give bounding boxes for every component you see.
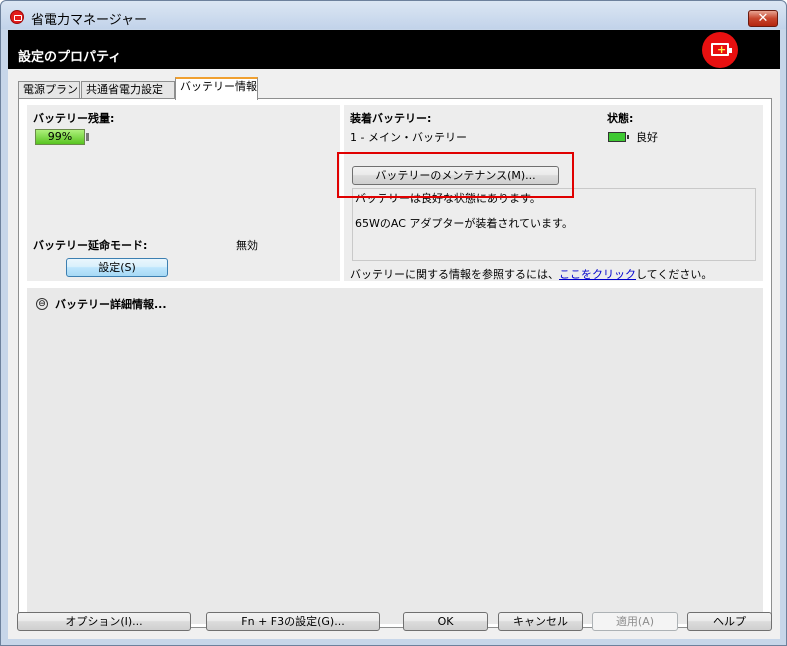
page-title: 設定のプロパティ <box>18 50 122 65</box>
tab-common-power-settings[interactable]: 共通省電力設定 <box>81 81 175 99</box>
status-message-adapter: 65WのAC アダプターが装着されています。 <box>355 217 573 230</box>
installed-battery-value: 1 - メイン・バッテリー <box>350 131 467 144</box>
apply-button[interactable]: 適用(A) <box>592 612 678 631</box>
installed-battery-section: 装着バッテリー: 1 - メイン・バッテリー 状態: 良好 バッテリーのメンテナ… <box>344 105 763 281</box>
battery-info-prefix: バッテリーに関する情報を参照するには、 <box>350 268 559 281</box>
tab-battery-info[interactable]: バッテリー情報 <box>175 77 258 100</box>
battery-details-expander[interactable]: バッテリー詳細情報... <box>55 296 167 312</box>
status-message-condition: バッテリーは良好な状態にあります。 <box>355 192 541 205</box>
battery-status-label: 状態: <box>607 112 634 125</box>
header-band: 設定のプロパティ + <box>8 30 780 69</box>
battery-maintenance-button[interactable]: バッテリーのメンテナンス(M)... <box>352 166 559 185</box>
battery-info-line: バッテリーに関する情報を参照するには、ここをクリックしてください。 <box>350 266 712 282</box>
power-manager-app-icon <box>10 10 24 24</box>
battery-remaining-label: バッテリー残量: <box>33 112 115 125</box>
ok-button[interactable]: OK <box>403 612 488 631</box>
battery-plus-icon: + <box>702 32 738 68</box>
close-button[interactable]: ✕ <box>748 10 778 27</box>
window-title: 省電力マネージャー <box>31 13 148 28</box>
cancel-button[interactable]: キャンセル <box>498 612 583 631</box>
battery-level-gauge: 99% <box>35 129 85 145</box>
battery-info-link[interactable]: ここをクリック <box>559 268 636 281</box>
battery-extend-mode-label: バッテリー延命モード: <box>33 239 148 252</box>
title-bar[interactable]: 省電力マネージャー ✕ <box>1 1 786 29</box>
fn-f3-settings-button[interactable]: Fn + F3の設定(G)... <box>206 612 380 631</box>
battery-status-value: 良好 <box>636 131 658 144</box>
battery-info-suffix: してください。 <box>636 268 713 281</box>
options-button[interactable]: オプション(I)... <box>17 612 191 631</box>
battery-plus-glyph: + <box>717 43 727 56</box>
battery-good-icon <box>608 132 629 142</box>
tab-power-plan[interactable]: 電源プラン <box>18 81 80 99</box>
installed-battery-label: 装着バッテリー: <box>350 112 432 125</box>
battery-extend-mode-value: 無効 <box>236 239 258 252</box>
dialog-client-area: 電源プラン 共通省電力設定 バッテリー情報 バッテリー残量: 99% バッテリー… <box>8 69 780 639</box>
battery-level-value: 99% <box>47 130 73 143</box>
battery-gauge-nub <box>86 133 89 141</box>
battery-status-messages: バッテリーは良好な状態にあります。 65WのAC アダプターが装着されています。 <box>352 188 756 261</box>
app-window: 省電力マネージャー ✕ 設定のプロパティ + 電源プラン 共通省電力設定 バッテ… <box>0 0 787 646</box>
battery-remaining-section: バッテリー残量: 99% バッテリー延命モード: 無効 設定(S) <box>27 105 340 281</box>
battery-details-section: ⊖ バッテリー詳細情報... <box>27 288 763 624</box>
collapse-circle-icon[interactable]: ⊖ <box>36 298 48 310</box>
extend-mode-settings-button[interactable]: 設定(S) <box>66 258 168 277</box>
help-button[interactable]: ヘルプ <box>687 612 772 631</box>
battery-info-panel: バッテリー残量: 99% バッテリー延命モード: 無効 設定(S) 装着バッテリ… <box>18 98 772 628</box>
